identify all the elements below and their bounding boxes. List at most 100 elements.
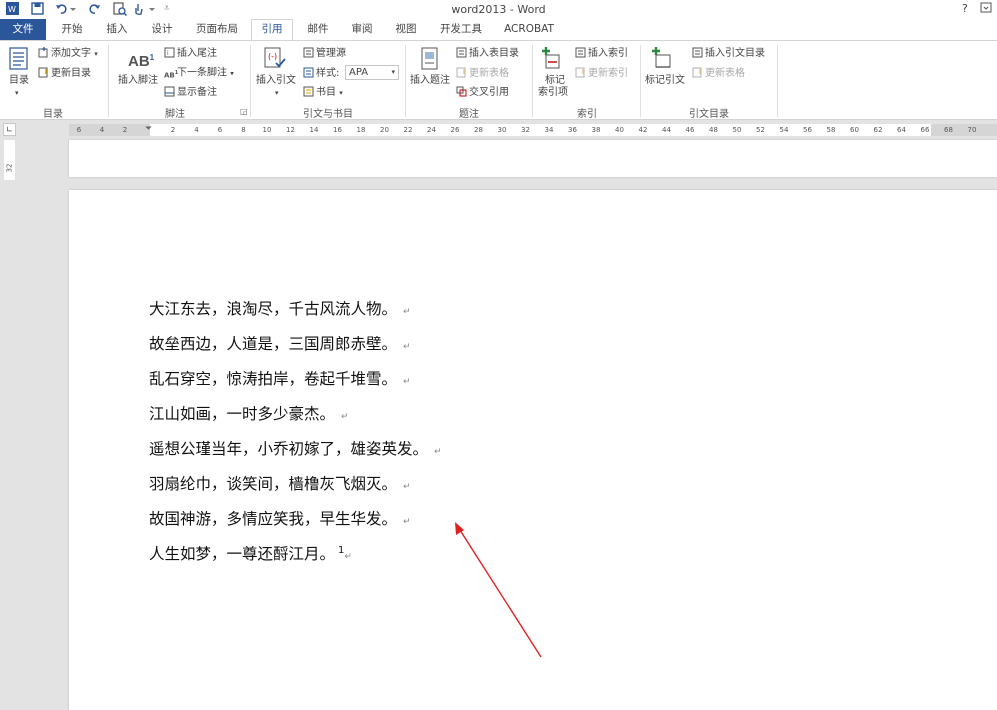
tab-developer[interactable]: 开发工具 [432,19,490,40]
update-table-icon [456,67,467,78]
bibliography-button[interactable]: 书目 ▾ [303,86,343,99]
ruler-tick-label: 66 [920,126,930,134]
ruler-tick-label: 60 [850,126,859,134]
tab-page-layout[interactable]: 页面布局 [188,19,246,40]
ruler-tick-label: 38 [591,126,601,134]
ribbon: 目录 ▾ 添加文字 ▾ 更新目录 目录 AB1 插入脚注 i 插入尾注 AB1下一… [0,40,997,120]
chevron-down-icon: ▾ [230,69,234,78]
document-paragraph[interactable]: 遥想公瑾当年，小乔初嫁了，雄姿英发。 ↵ [149,437,442,459]
vertical-ruler[interactable]: 32 [4,140,15,688]
insert-caption-icon [421,47,438,70]
insert-index-button[interactable]: 插入索引 [575,47,628,60]
ruler-tick-label: 46 [685,126,695,134]
group-label-toc: 目录 [43,109,63,120]
paragraph-text: 羽扇纶巾，谈笑间，樯橹灰飞烟灭。 [149,475,398,493]
ruler-tick-label: 32 [521,126,530,134]
show-notes-button[interactable]: 显示备注 [164,86,217,99]
insert-table-of-authorities-button[interactable]: 插入引文目录 [692,47,765,60]
paragraph-mark-icon: ↵ [344,552,352,562]
update-toc-button[interactable]: 更新目录 [38,67,91,80]
ruler-tick-label: 4 [99,126,105,134]
ribbon-display-options-icon[interactable] [980,2,992,17]
document-paragraph[interactable]: 故垒西边，人道是，三国周郎赤壁。 ↵ [149,332,411,354]
cross-reference-button[interactable]: 交叉引用 [456,86,509,99]
tab-acrobat[interactable]: ACROBAT [496,19,562,40]
insert-table-of-figures-button[interactable]: 插入表目录 [456,47,519,60]
table-of-contents-icon [9,47,28,70]
insert-endnote-button[interactable]: i 插入尾注 [164,47,217,60]
ruler-tick-label: 34 [544,126,554,134]
ruler-tick-label: 50 [732,126,742,134]
next-footnote-button[interactable]: AB1下一条脚注 ▾ [164,67,234,79]
ruler-tick-label: 2 [122,126,128,134]
ruler-tick-label: 14 [309,126,319,134]
ruler-tick-label: 10 [262,126,272,134]
ruler-tick-label: 24 [427,126,436,134]
style-label: 样式: [303,67,339,80]
ruler-tick-label: 44 [662,126,671,134]
horizontal-ruler-row: ∟ 6 4 2 2 4 6 8 10 12 14 16 18 20 22 24 26 28 30 32 34 36 38 4… [0,120,997,140]
tab-design[interactable]: 设计 [142,19,182,40]
paragraph-text: 江山如画，一时多少豪杰。 [149,405,336,423]
paragraph-text: 遥想公瑾当年，小乔初嫁了，雄姿英发。 [149,440,429,458]
document-paragraph[interactable]: 大江东去，浪淘尽，千古风流人物。 ↵ [149,297,411,319]
group-separator [405,45,406,117]
document-paragraph[interactable]: 人生如梦，一尊还酹江月。 1↵ [149,542,352,564]
document-paragraph[interactable]: 江山如画，一时多少豪杰。 ↵ [149,402,349,424]
tab-file[interactable]: 文件 [0,19,46,40]
tab-insert[interactable]: 插入 [97,19,137,40]
insert-index-icon [575,47,586,58]
paragraph-text: 人生如梦，一尊还酹江月。 [149,545,336,563]
paragraph-mark-icon: ↵ [403,307,411,317]
update-table-button[interactable]: 更新表格 [456,67,509,80]
add-text-button[interactable]: 添加文字 ▾ [38,47,98,60]
group-label-index: 索引 [577,109,597,120]
paragraph-mark-icon: ↵ [403,377,411,387]
ruler-tick-label: 2 [170,126,176,134]
ruler-tick-label: 6 [76,126,82,134]
update-toa-icon [692,67,703,78]
document-paragraph[interactable]: 羽扇纶巾，谈笑间，樯橹灰飞烟灭。 ↵ [149,472,411,494]
footnote-icon: AB1 [128,53,155,70]
ruler-right-margin [931,124,997,136]
ruler-tick-label: 70 [967,126,977,134]
group-separator [250,45,251,117]
tab-review[interactable]: 审阅 [342,19,382,40]
update-index-button[interactable]: 更新索引 [575,67,628,80]
paragraph-text: 故垒西边，人道是，三国周郎赤壁。 [149,335,398,353]
paragraph-text: 故国神游，多情应笑我，早生华发。 [149,510,398,528]
mark-citation-icon [652,47,671,68]
ruler-tick-label: 68 [944,126,953,134]
horizontal-ruler[interactable]: 6 4 2 2 4 6 8 10 12 14 16 18 20 22 24 26 28 30 32 34 36 38 40 4… [69,124,997,136]
ruler-tick-label: 22 [403,126,413,134]
vertical-ruler-white [4,140,15,180]
update-toa-button[interactable]: 更新表格 [692,67,745,80]
tab-mailings[interactable]: 邮件 [298,19,338,40]
manage-sources-button[interactable]: 管理源 [303,47,346,60]
dialog-launcher-icon[interactable]: ◲ [240,107,248,116]
title-bar: W ⩡ word2013 - Word ? [0,0,997,19]
paragraph-mark-icon: ↵ [341,412,349,422]
tab-references[interactable]: 引用 [251,19,293,40]
tab-selector[interactable]: ∟ [3,123,16,136]
document-paragraph[interactable]: 乱石穿空，惊涛拍岸，卷起千堆雪。 ↵ [149,367,411,389]
indent-marker-icon[interactable]: ⏷ [145,124,152,134]
document-paragraph[interactable]: 故国神游，多情应笑我，早生华发。 ↵ [149,507,411,529]
tab-home[interactable]: 开始 [52,19,92,40]
help-button[interactable]: ? [962,2,968,15]
mark-entry-icon [542,47,560,69]
ruler-tick-label: 40 [615,126,624,134]
citation-style-select[interactable]: APA ▾ [345,65,399,80]
chevron-down-icon: ▾ [15,89,19,97]
bibliography-icon [303,86,314,97]
show-notes-icon [164,86,175,97]
chevron-down-icon: ▾ [339,89,343,97]
ruler-tick-label: 58 [826,126,836,134]
tab-view[interactable]: 视图 [386,19,426,40]
chevron-down-icon: ▾ [94,50,98,58]
ruler-tick-label: 52 [756,126,765,134]
ruler-tick-label: 36 [568,126,577,134]
group-separator [108,45,109,117]
paragraph-mark-icon: ↵ [403,482,411,492]
group-separator [640,45,641,117]
